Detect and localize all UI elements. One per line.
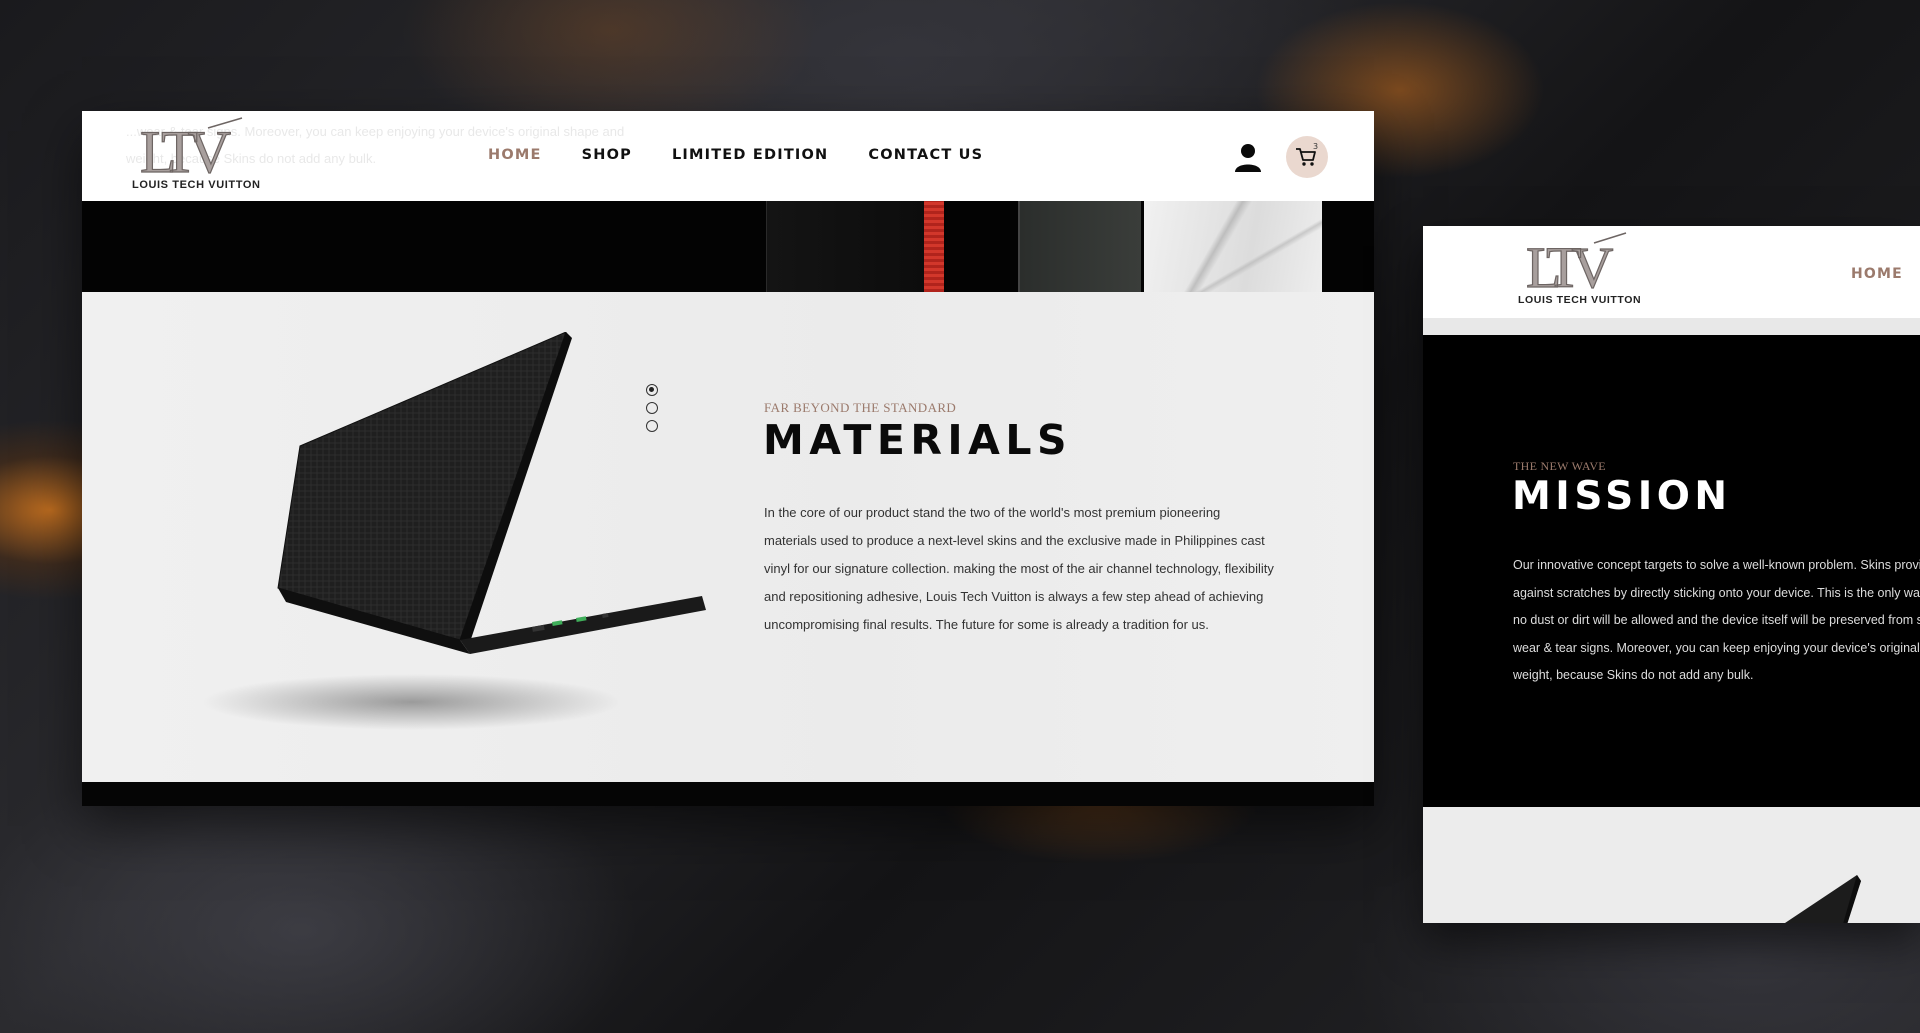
main-navbar: ...wear & tear signs. Moreover, you can … — [82, 111, 1374, 201]
main-window: ...wear & tear signs. Moreover, you can … — [82, 111, 1374, 806]
nav-limited-edition[interactable]: LIMITED EDITION — [672, 147, 828, 163]
user-icon[interactable] — [1234, 143, 1262, 173]
mission-eyebrow: THE NEW WAVE — [1513, 459, 1606, 473]
slider-dot-3[interactable] — [646, 420, 658, 432]
product-phone-slate — [1018, 201, 1141, 292]
side-navbar: LTV LOUIS TECH VUITTON HOME — [1423, 226, 1920, 318]
side-brand-name: LOUIS TECH VUITTON — [1518, 294, 1642, 306]
mission-body: Our innovative concept targets to solve … — [1513, 552, 1920, 690]
materials-section: FAR BEYOND THE STANDARD MATERIALS In the… — [82, 292, 1374, 782]
ltv-monogram-icon: LTV — [1525, 232, 1627, 293]
mission-line: no dust or dirt will be allowed and the … — [1513, 613, 1920, 627]
hero-image-strip — [82, 201, 1374, 292]
slider-dots — [646, 384, 658, 438]
nav-home[interactable]: HOME — [488, 147, 542, 163]
side-nav-home[interactable]: HOME — [1851, 266, 1903, 282]
ltv-monogram-icon: LTV — [139, 117, 243, 178]
side-nav-gap — [1423, 318, 1920, 335]
nav-contact-us[interactable]: CONTACT US — [868, 147, 983, 163]
product-phone-dark — [766, 201, 928, 292]
laptop-image — [1785, 875, 1861, 923]
cart-count-badge: 3 — [1313, 142, 1319, 151]
brand-logo[interactable]: LTV LOUIS TECH VUITTON — [132, 116, 262, 196]
slider-dot-1[interactable] — [646, 384, 658, 396]
side-window: LTV LOUIS TECH VUITTON HOME THE NEW WAVE… — [1423, 226, 1920, 923]
nav-shop[interactable]: SHOP — [582, 147, 632, 163]
side-laptop-section — [1423, 807, 1920, 923]
cart-button[interactable]: 3 — [1286, 136, 1328, 178]
side-brand-logo[interactable]: LTV LOUIS TECH VUITTON — [1518, 231, 1641, 311]
mission-line: against scratches by directly sticking o… — [1513, 585, 1920, 600]
section-body: In the core of our product stand the two… — [764, 505, 1274, 632]
product-red-band — [924, 201, 944, 292]
main-menu: HOME SHOP LIMITED EDITION CONTACT US — [488, 147, 1023, 163]
svg-text:LTV: LTV — [1526, 235, 1614, 293]
section-eyebrow: FAR BEYOND THE STANDARD — [764, 400, 957, 415]
mission-line: weight, because Skins do not add any bul… — [1513, 668, 1754, 682]
product-marble-skin — [1144, 201, 1322, 292]
svg-text:LTV: LTV — [140, 119, 231, 178]
mission-line: wear & tear signs. Moreover, you can kee… — [1513, 640, 1920, 655]
mission-line: Our innovative concept targets to solve … — [1513, 558, 1920, 572]
slider-dot-2[interactable] — [646, 402, 658, 414]
laptop-image — [202, 332, 706, 730]
mission-heading: MISSION — [1512, 474, 1732, 519]
section-heading: MATERIALS — [763, 416, 1073, 464]
footer-strip — [82, 782, 1374, 806]
brand-name: LOUIS TECH VUITTON — [132, 179, 261, 191]
